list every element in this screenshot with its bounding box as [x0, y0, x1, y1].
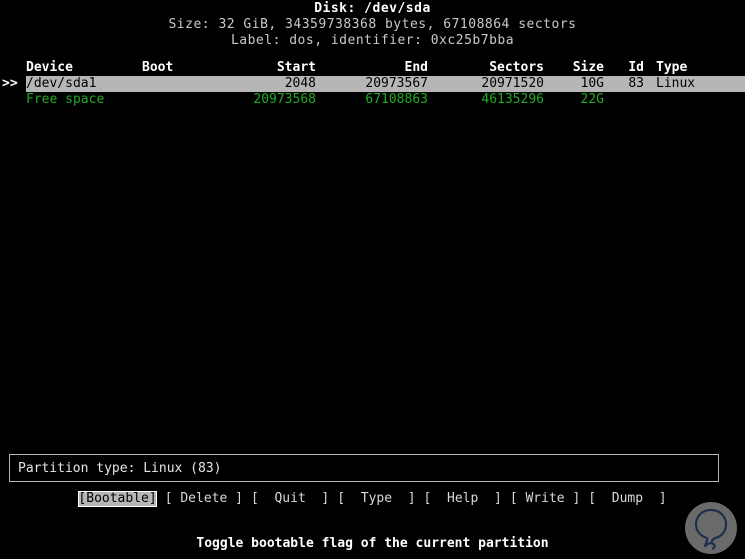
cell-end: 67108863 [322, 92, 434, 108]
cell-device: Free space [26, 92, 142, 108]
cell-boot [142, 76, 242, 92]
column-header-size: Size [572, 60, 604, 75]
cell-sectors: 20971520 [434, 76, 550, 92]
menu-item-type[interactable]: [ Type ] [337, 491, 415, 507]
column-header-sectors: Sectors [489, 60, 544, 75]
cell-sectors: 46135296 [434, 92, 550, 108]
cell-start: 2048 [242, 76, 322, 92]
cell-boot [142, 92, 242, 108]
menu-item-write[interactable]: [ Write ] [510, 491, 580, 507]
column-header-type: Type [656, 60, 688, 75]
partition-table-wrapper: Device Boot Start End Sectors Size Id Ty… [0, 60, 745, 108]
header-marker-spacer [0, 60, 26, 76]
disk-name-line: Disk: /dev/sda [314, 1, 431, 16]
partition-table: Device Boot Start End Sectors Size Id Ty… [0, 60, 745, 108]
cell-size: 22G [550, 92, 610, 108]
cell-start: 20973568 [242, 92, 322, 108]
column-header-start: Start [276, 60, 316, 75]
row-selection-marker: >> [0, 76, 26, 92]
cell-size: 10G [550, 76, 610, 92]
partition-type-box: Partition type: Linux (83) [9, 454, 719, 482]
column-header-end: End [404, 60, 428, 75]
column-header-boot: Boot [142, 60, 174, 75]
disk-size-line: Size: 32 GiB, 34359738368 bytes, 6710886… [168, 17, 577, 32]
cell-id [610, 92, 650, 108]
column-header-id: Id [628, 60, 644, 75]
terminal-screen: Disk: /dev/sda Size: 32 GiB, 34359738368… [0, 0, 745, 559]
cell-type [650, 92, 745, 108]
partition-type-text: Partition type: Linux (83) [18, 460, 222, 476]
disk-label-line: Label: dos, identifier: 0xc25b7bba [230, 33, 515, 48]
column-header-device: Device [26, 60, 73, 75]
status-line: Toggle bootable flag of the current part… [196, 536, 549, 551]
disk-header: Disk: /dev/sda Size: 32 GiB, 34359738368… [0, 1, 745, 49]
table-row[interactable]: >> /dev/sda1 2048 20973567 20971520 10G … [0, 76, 745, 92]
cell-type: Linux [650, 76, 745, 92]
cell-end: 20973567 [322, 76, 434, 92]
menu-item-delete[interactable]: [ Delete ] [165, 491, 243, 507]
menu-item-dump[interactable]: [ Dump ] [588, 491, 666, 507]
table-header-row: Device Boot Start End Sectors Size Id Ty… [0, 60, 745, 76]
menu-bar: [Bootable] [ Delete ] [ Quit ] [ Type ] … [0, 491, 745, 507]
menu-item-bootable[interactable]: [Bootable] [78, 491, 157, 507]
row-selection-marker [0, 92, 26, 108]
cell-id: 83 [610, 76, 650, 92]
menu-item-help[interactable]: [ Help ] [424, 491, 502, 507]
table-row[interactable]: Free space 20973568 67108863 46135296 22… [0, 92, 745, 108]
cell-device: /dev/sda1 [26, 76, 142, 92]
menu-item-quit[interactable]: [ Quit ] [251, 491, 329, 507]
